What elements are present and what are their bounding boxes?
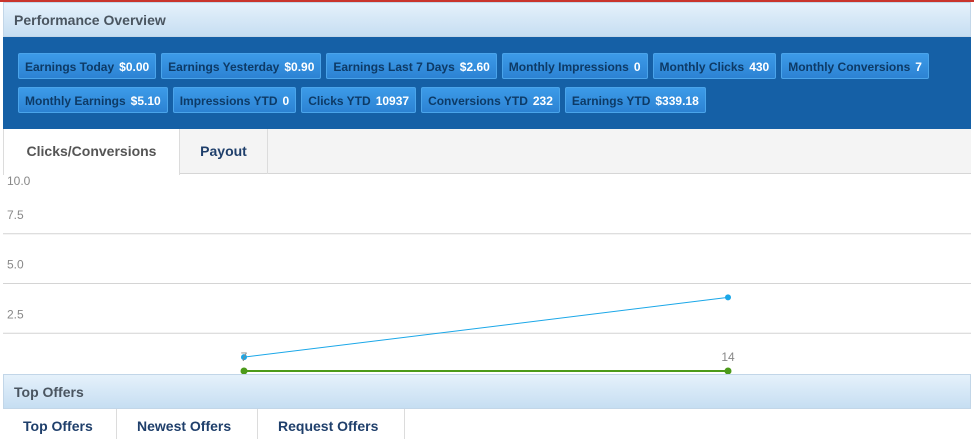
y-tick-label: 2.5 (7, 307, 24, 321)
stat-monthly-conversions[interactable]: Monthly Conversions 7 (781, 53, 929, 79)
tab-clicks-conversions-label: Clicks/Conversions (26, 143, 157, 159)
stat-value: 0 (282, 94, 290, 108)
stats-panel: Earnings Today $0.00 Earnings Yesterday $0.… (3, 37, 971, 129)
stat-clicks-ytd[interactable]: Clicks YTD 10937 (301, 87, 417, 113)
stat-value: 10937 (375, 94, 410, 108)
stat-label: Conversions YTD (428, 94, 528, 108)
stat-label: Earnings Last 7 Days (333, 60, 455, 74)
stat-label: Monthly Clicks (659, 60, 745, 74)
stat-conversions-ytd[interactable]: Conversions YTD 232 (421, 87, 560, 113)
performance-overview-title: Performance Overview (14, 12, 166, 28)
stat-label: Earnings Yesterday (168, 60, 280, 74)
tab-newest-offers[interactable]: Newest Offers (117, 409, 258, 439)
stat-earnings-last-7-days[interactable]: Earnings Last 7 Days $2.60 (326, 53, 497, 79)
stat-value: $339.18 (655, 94, 699, 108)
tab-newest-offers-label: Newest Offers (137, 418, 232, 434)
stat-earnings-yesterday[interactable]: Earnings Yesterday $0.90 (161, 53, 322, 79)
stat-label: Earnings Today (25, 60, 115, 74)
stat-label: Impressions YTD (179, 94, 278, 108)
tab-clicks-conversions[interactable]: Clicks/Conversions (3, 129, 180, 175)
data-label: 7 (241, 350, 248, 364)
series-1-point (725, 294, 731, 301)
stat-value: 430 (749, 60, 770, 74)
data-label: 14 (721, 350, 735, 364)
stat-value: $0.90 (284, 60, 315, 74)
chart-svg: 2.5 5.0 7.5 10.0 7 14 (3, 174, 971, 374)
stats-row-2: Monthly Earnings $5.10 Impressions YTD 0 Cli… (18, 87, 971, 113)
stat-impressions-ytd[interactable]: Impressions YTD 0 (172, 87, 297, 113)
top-offers-header: Top Offers (3, 374, 971, 409)
stat-label: Earnings YTD (571, 94, 651, 108)
stat-value: 0 (633, 60, 641, 74)
tab-request-offers-label: Request Offers (278, 418, 379, 434)
top-offers-title: Top Offers (14, 384, 84, 400)
stat-label: Monthly Impressions (508, 60, 629, 74)
stats-row-1: Earnings Today $0.00 Earnings Yesterday $0.… (18, 53, 971, 79)
stat-value: 7 (915, 60, 922, 74)
stat-monthly-impressions[interactable]: Monthly Impressions 0 (501, 53, 648, 79)
stat-earnings-today[interactable]: Earnings Today $0.00 (18, 53, 157, 79)
series-line-1 (243, 296, 729, 358)
tab-request-offers[interactable]: Request Offers (258, 409, 405, 439)
stat-value: $0.00 (119, 60, 150, 74)
stat-value: $5.10 (130, 94, 161, 108)
stat-earnings-ytd[interactable]: Earnings YTD $339.18 (564, 87, 706, 113)
tab-top-offers-label: Top Offers (23, 418, 93, 434)
top-offers-tabs: Top Offers Newest Offers Request Offers (3, 409, 971, 439)
tab-payout[interactable]: Payout (180, 129, 268, 174)
y-tick-label: 5.0 (7, 258, 24, 272)
stat-monthly-clicks[interactable]: Monthly Clicks 430 (652, 53, 777, 79)
stat-label: Clicks YTD (308, 94, 371, 108)
y-tick-label: 10.0 (7, 174, 31, 188)
stat-label: Monthly Conversions (788, 60, 911, 74)
y-tick-label: 7.5 (7, 208, 24, 222)
performance-tabs: Clicks/Conversions Payout (3, 129, 971, 175)
stat-value: $2.60 (459, 60, 490, 74)
tab-payout-label: Payout (200, 143, 247, 159)
clicks-conversions-chart: 2.5 5.0 7.5 10.0 7 14 (3, 174, 971, 374)
stat-value: 232 (532, 94, 553, 108)
stat-label: Monthly Earnings (25, 94, 126, 108)
performance-overview-header: Performance Overview (3, 2, 971, 37)
tab-top-offers[interactable]: Top Offers (3, 409, 117, 439)
stat-monthly-earnings[interactable]: Monthly Earnings $5.10 (18, 87, 168, 113)
